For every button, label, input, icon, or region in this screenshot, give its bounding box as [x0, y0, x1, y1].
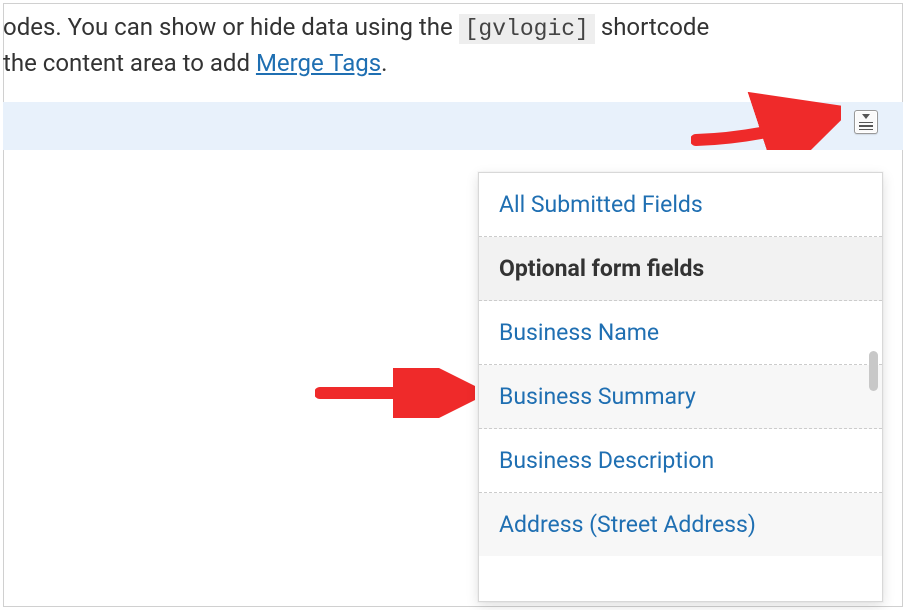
help-text-segment: odes. You can show or hide data using th… — [3, 13, 459, 41]
merge-tags-link[interactable]: Merge Tags — [256, 49, 381, 77]
dropdown-item-address-street[interactable]: Address (Street Address) — [479, 493, 882, 556]
dropdown-item-label: All Submitted Fields — [499, 191, 703, 218]
merge-tags-dropdown: All Submitted Fields Optional form field… — [478, 172, 883, 602]
help-text: odes. You can show or hide data using th… — [0, 10, 886, 81]
help-text-segment: . — [381, 49, 387, 77]
dropdown-item-label: Business Description — [499, 447, 714, 474]
dropdown-item-label: Business Summary — [499, 383, 696, 410]
shortcode-gvlogic: [gvlogic] — [459, 14, 595, 44]
dropdown-item-all-submitted[interactable]: All Submitted Fields — [479, 173, 882, 237]
annotation-arrow-icon — [691, 90, 841, 150]
dropdown-section-header: Optional form fields — [479, 237, 882, 301]
help-text-segment: shortcode — [601, 13, 709, 41]
dropdown-item-label: Business Name — [499, 319, 659, 346]
help-text-segment: the content area to add — [3, 49, 256, 77]
merge-tags-dropdown-list[interactable]: All Submitted Fields Optional form field… — [479, 173, 882, 601]
scrollbar-thumb[interactable] — [869, 351, 878, 391]
dropdown-item-business-description[interactable]: Business Description — [479, 429, 882, 493]
dropdown-item-business-name[interactable]: Business Name — [479, 301, 882, 365]
annotation-arrow-icon — [315, 368, 475, 418]
dropdown-item-label: Address (Street Address) — [499, 511, 756, 538]
dropdown-header-label: Optional form fields — [499, 255, 704, 282]
merge-tags-trigger-icon[interactable] — [854, 110, 878, 134]
dropdown-item-business-summary[interactable]: Business Summary — [479, 365, 882, 429]
